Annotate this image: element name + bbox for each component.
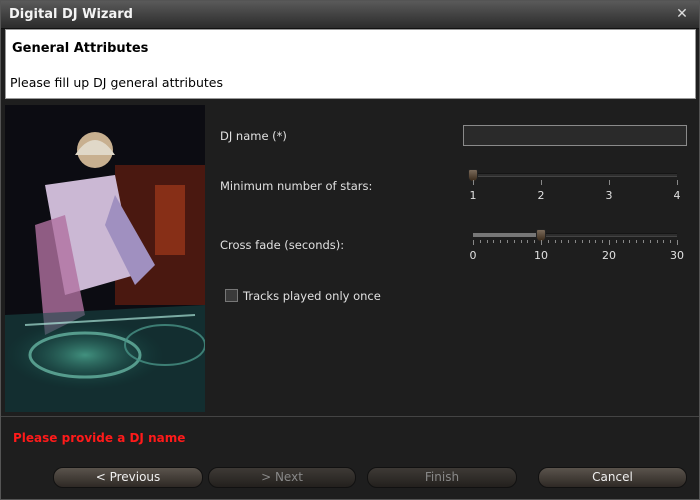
step-description: Please fill up DJ general attributes	[10, 75, 223, 90]
crossfade-tick-mark	[493, 240, 494, 243]
wizard-header: General Attributes Please fill up DJ gen…	[5, 29, 696, 99]
crossfade-tick-mark	[534, 240, 535, 243]
crossfade-tick-mark	[568, 240, 569, 243]
crossfade-tick-mark	[650, 240, 651, 243]
dj-name-label: DJ name (*)	[220, 129, 287, 143]
window-title: Digital DJ Wizard	[9, 7, 133, 22]
crossfade-tick-mark	[561, 240, 562, 243]
crossfade-tick-mark	[595, 240, 596, 243]
dj-photo-illustration	[5, 105, 205, 412]
stars-slider[interactable]: 1 2 3 4	[467, 167, 683, 207]
crossfade-tick-label: 20	[602, 249, 616, 262]
crossfade-tick-mark	[473, 240, 474, 245]
next-button[interactable]: > Next	[208, 467, 356, 488]
stars-tick-label: 1	[469, 189, 477, 202]
cancel-button[interactable]: Cancel	[538, 467, 687, 488]
finish-button[interactable]: Finish	[367, 467, 517, 488]
crossfade-tick-mark	[548, 240, 549, 243]
step-title: General Attributes	[12, 41, 149, 56]
crossfade-tick-mark	[527, 240, 528, 243]
stars-tick-label: 3	[605, 189, 613, 202]
error-message: Please provide a DJ name	[13, 431, 186, 445]
crossfade-tick-mark	[602, 240, 603, 243]
crossfade-tick-mark	[507, 240, 508, 243]
crossfade-slider-fill	[473, 233, 541, 237]
crossfade-tick-mark	[643, 240, 644, 243]
wizard-window: Digital DJ Wizard ✕ General Attributes P…	[0, 0, 700, 500]
crossfade-tick-label: 0	[469, 249, 477, 262]
crossfade-tick-mark	[500, 240, 501, 243]
stars-tick-label: 4	[673, 189, 681, 202]
crossfade-label: Cross fade (seconds):	[220, 238, 345, 252]
tracks-once-checkbox[interactable]	[225, 289, 238, 302]
title-bar[interactable]: Digital DJ Wizard ✕	[1, 1, 699, 29]
tick-mark	[473, 180, 474, 185]
crossfade-tick-mark	[623, 240, 624, 243]
crossfade-tick-mark	[609, 240, 610, 245]
stars-tick-label: 2	[537, 189, 545, 202]
crossfade-tick-mark	[657, 240, 658, 243]
dj-name-input[interactable]	[463, 125, 687, 146]
crossfade-tick-label: 30	[670, 249, 684, 262]
crossfade-tick-mark	[616, 240, 617, 243]
crossfade-tick-mark	[541, 240, 542, 245]
crossfade-tick-mark	[629, 240, 630, 243]
crossfade-tick-mark	[582, 240, 583, 243]
tracks-once-label: Tracks played only once	[243, 289, 381, 303]
crossfade-tick-mark	[589, 240, 590, 243]
close-icon[interactable]: ✕	[673, 5, 691, 23]
crossfade-tick-label: 10	[534, 249, 548, 262]
tick-mark	[677, 180, 678, 185]
stars-label: Minimum number of stars:	[220, 179, 373, 193]
crossfade-tick-mark	[555, 240, 556, 243]
crossfade-tick-mark	[521, 240, 522, 243]
previous-button[interactable]: < Previous	[53, 467, 203, 488]
crossfade-tick-mark	[480, 240, 481, 243]
stars-slider-track	[473, 173, 677, 177]
crossfade-tick-mark	[636, 240, 637, 243]
crossfade-tick-mark	[677, 240, 678, 245]
dj-photo	[5, 105, 205, 412]
tick-mark	[609, 180, 610, 185]
crossfade-tick-mark	[670, 240, 671, 243]
crossfade-tick-mark	[663, 240, 664, 243]
divider	[1, 416, 699, 417]
crossfade-tick-mark	[487, 240, 488, 243]
crossfade-tick-mark	[514, 240, 515, 243]
tick-mark	[541, 180, 542, 185]
crossfade-tick-mark	[575, 240, 576, 243]
crossfade-slider[interactable]: 0 10 20 30	[467, 227, 684, 267]
